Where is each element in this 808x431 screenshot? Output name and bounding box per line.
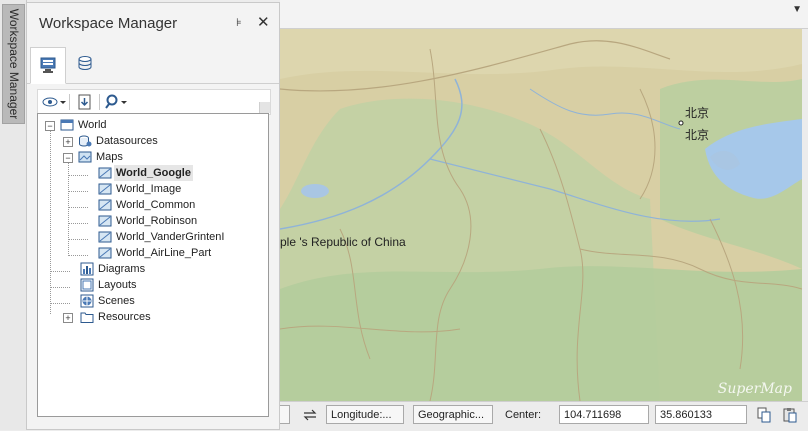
maps-folder-icon [78,151,92,163]
tree-node-label: Resources [98,311,151,323]
center-label: Center: [505,409,542,421]
tree-connector [68,223,88,224]
tree-node-label: Maps [96,151,123,163]
tree-connector [50,303,70,304]
database-icon [78,56,92,70]
tree-toolbar [37,89,271,115]
left-dock-strip: Workspace Manager [0,0,27,430]
tree-node-label: World_VanderGrintenI [116,231,225,243]
map-icon [98,231,112,243]
diagram-icon [80,262,94,276]
tree-connector [68,175,88,176]
expand-toggle[interactable]: + [63,313,73,323]
workspace-icon [40,57,56,73]
panel-tabs [27,47,279,84]
search-icon[interactable] [104,93,130,111]
tree-node-label: World_Google [114,165,193,181]
chevron-down-icon[interactable]: ▼ [792,4,802,15]
database-icon [79,135,92,147]
copy-icon[interactable] [756,407,772,423]
map-window-header: ▼ [280,0,808,29]
collapse-toggle[interactable]: − [45,121,55,131]
tree-connector [68,239,88,240]
map-label-city: 北京 [685,106,710,120]
workspace-manager-panel: Workspace Manager ⊧ ✕ − World + Datasour… [26,2,280,430]
tab-workspace-tree[interactable] [30,47,66,84]
swap-icon[interactable] [302,408,318,422]
map-icon [98,215,112,227]
toolbar-separator [99,94,100,110]
map-icon [98,247,112,259]
side-tab-label: Workspace Manager [6,8,21,120]
map-icon [98,167,112,179]
map-scrollbar[interactable] [802,29,808,401]
tree-connector [50,271,70,272]
tree-node-label: Diagrams [98,263,146,275]
pin-icon[interactable]: ⊧ [236,16,242,29]
workspace-manager-side-tab[interactable]: Workspace Manager [2,4,25,124]
longitude-display[interactable]: Longitude:... [326,405,404,424]
map-icon [98,183,112,195]
tree-node-label: World_Robinson [116,215,198,227]
workspace-icon [60,119,74,131]
workspace-tree: − World + Datasources − Maps World_Googl… [37,113,269,417]
collapse-toggle[interactable]: − [63,153,73,163]
tree-node-label: World_AirLine_Part [116,247,212,259]
map-status-bar: Longitude:... Geographic... Center: 104.… [280,401,808,431]
map-label-country: ple 's Republic of China [280,235,406,249]
map-icon [98,199,112,211]
folder-icon [80,312,94,323]
export-icon[interactable] [76,93,94,111]
tree-node-label: World_Common [116,199,196,211]
coord-system-display[interactable]: Geographic... [413,405,493,424]
tree-node-label: World_Image [116,183,182,195]
tree-node-label: World [78,119,107,131]
map-canvas [280,29,802,401]
layout-icon [80,278,94,292]
paste-icon[interactable] [782,407,798,423]
globe-icon [80,294,94,308]
expand-toggle[interactable]: + [63,137,73,147]
toolbar-separator [69,94,70,110]
supermap-watermark: SuperMap [717,381,792,397]
tab-datasource[interactable] [67,47,101,83]
tree-connector [68,207,88,208]
tree-connector [68,191,88,192]
center-y-field[interactable]: 35.860133 [655,405,747,424]
visibility-icon[interactable] [42,93,66,111]
center-x-field[interactable]: 104.711698 [559,405,649,424]
tree-node-label: Scenes [98,295,135,307]
tree-node-label: Layouts [98,279,137,291]
status-cell [280,405,290,424]
map-view[interactable]: 北京 北京 ple 's Republic of China SuperMap [280,29,802,401]
tree-node-label: Datasources [96,135,158,147]
panel-title: Workspace Manager [39,15,178,32]
toolbar-overflow-button[interactable] [259,102,270,113]
close-icon[interactable]: ✕ [257,13,270,31]
tree-connector [50,287,70,288]
tree-connector [68,255,88,256]
map-label-city: 北京 [685,128,710,142]
